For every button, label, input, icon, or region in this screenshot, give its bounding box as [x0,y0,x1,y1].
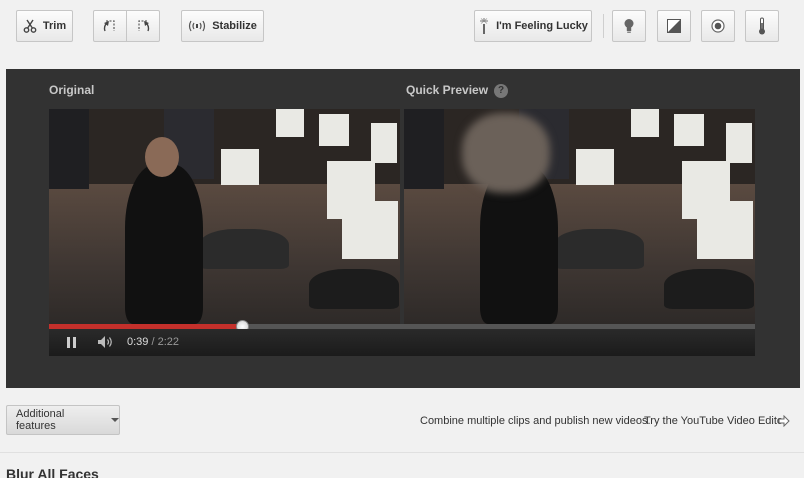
section-divider [0,452,804,453]
protest-sign [319,114,349,146]
stabilize-label: Stabilize [212,20,257,32]
scissors-icon [23,19,37,33]
additional-features-label: Additional features [16,408,65,432]
rotate-right-icon [134,17,152,35]
rotate-left-icon [101,17,119,35]
stabilize-icon [188,19,206,33]
toolbar-divider [603,14,604,38]
seated-person [199,229,289,269]
temperature-button[interactable] [745,10,779,42]
volume-icon[interactable] [97,335,115,354]
building-shape [404,109,444,189]
protest-sign [342,201,398,259]
arrow-right-icon[interactable] [778,414,790,432]
combine-clips-text: Combine multiple clips and publish new v… [420,415,651,427]
building-shape [49,109,89,189]
speaker-figure [125,164,203,324]
duration: 2:22 [157,336,180,348]
feeling-lucky-label: I'm Feeling Lucky [496,20,588,32]
color-icon [711,19,725,33]
editor-toolbar: Trim Stabilize I'm Feeling Lucky [0,0,804,54]
blurred-face [462,113,550,193]
blur-faces-heading: Blur All Faces [6,466,99,478]
caret-down-icon [111,418,119,422]
magic-wand-icon [478,17,490,35]
protest-sign [726,123,752,163]
thermometer-icon [758,17,766,35]
original-video-frame[interactable] [49,109,400,324]
contrast-button[interactable] [657,10,691,42]
pause-icon[interactable] [67,337,77,348]
contrast-icon [667,19,681,33]
trim-label: Trim [42,20,67,32]
lightbulb-icon [623,18,635,34]
quick-preview-label: Quick Preview [406,83,489,97]
trim-button[interactable]: Trim [16,10,73,42]
rotate-left-button[interactable] [93,10,127,42]
quick-preview-heading: Quick Preview? [406,83,509,98]
additional-features-button[interactable]: Additional features [6,405,120,435]
feeling-lucky-button[interactable]: I'm Feeling Lucky [474,10,592,42]
saturation-button[interactable] [701,10,735,42]
quick-preview-video-frame[interactable] [404,109,755,324]
protest-sign [631,109,659,137]
seated-person [554,229,644,269]
seated-person [309,269,399,309]
protest-sign [221,149,259,185]
protest-sign [371,123,397,163]
current-time: 0:39 [127,336,149,348]
brightness-button[interactable] [612,10,646,42]
protest-sign [276,109,304,137]
video-preview-panel: Original Quick Preview? 0:39 / 2:22 [6,69,800,388]
stabilize-button[interactable]: Stabilize [181,10,264,42]
speaker-face [145,137,179,177]
protest-sign [674,114,704,146]
help-icon[interactable]: ? [494,84,509,98]
video-editor-link[interactable]: Try the YouTube Video Editor [644,415,787,427]
original-heading: Original [49,83,95,97]
protest-sign [576,149,614,185]
protest-sign [697,201,753,259]
player-controls: 0:39 / 2:22 [49,329,755,356]
time-separator: / [148,336,158,348]
time-display: 0:39 / 2:22 [127,336,179,348]
rotate-right-button[interactable] [126,10,160,42]
seated-person [664,269,754,309]
